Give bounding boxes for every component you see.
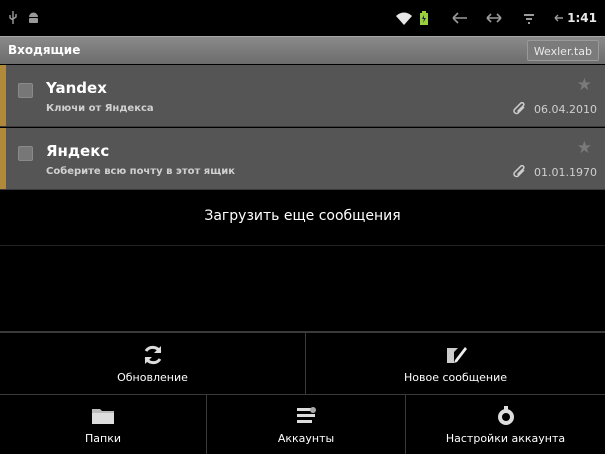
select-checkbox[interactable] <box>18 146 33 161</box>
back-icon <box>552 0 566 36</box>
accounts-label: Аккаунты <box>277 432 335 445</box>
compose-button[interactable]: Новое сообщение <box>306 333 605 394</box>
message-sender: Яндекс <box>46 142 110 160</box>
wifi-icon <box>394 0 414 36</box>
back-arrow-icon <box>450 0 470 36</box>
message-subject: Ключи от Яндекса <box>46 103 154 114</box>
message-date: 06.04.2010 <box>534 103 597 116</box>
load-more-button[interactable]: Загрузить еще сообщения <box>0 190 605 246</box>
signal-icon <box>522 0 536 36</box>
folders-label: Папки <box>85 432 121 445</box>
refresh-button[interactable]: Обновление <box>0 333 306 394</box>
account-label[interactable]: Wexler.tab <box>526 40 599 61</box>
account-settings-label: Настройки аккаунта <box>445 432 566 445</box>
account-color-bar <box>0 65 6 126</box>
accounts-button[interactable]: Аккаунты <box>207 395 406 454</box>
sync-icon <box>484 0 504 36</box>
title-bar: Входящие Wexler.tab <box>0 36 605 64</box>
star-icon[interactable]: ★ <box>577 75 592 95</box>
status-bar: 1:41 <box>0 0 605 36</box>
folders-button[interactable]: Папки <box>0 395 207 454</box>
message-sender: Yandex <box>46 79 107 97</box>
accounts-icon <box>294 404 318 428</box>
message-row[interactable]: Yandex Ключи от Яндекса ★ 06.04.2010 <box>0 65 605 127</box>
account-settings-button[interactable]: Настройки аккаунта <box>406 395 605 454</box>
usb-icon <box>6 0 20 36</box>
compose-label: Новое сообщение <box>403 371 507 384</box>
star-icon[interactable]: ★ <box>577 138 592 158</box>
settings-icon <box>494 404 518 428</box>
select-checkbox[interactable] <box>18 83 33 98</box>
folder-icon <box>91 404 115 428</box>
attachment-icon <box>513 101 527 120</box>
refresh-icon <box>141 343 165 367</box>
battery-icon <box>418 0 430 36</box>
clock: 1:41 <box>567 11 597 25</box>
message-row[interactable]: Яндекс Соберите всю почту в этот ящик ★ … <box>0 128 605 190</box>
account-color-bar <box>0 128 6 189</box>
folder-title: Входящие <box>8 43 81 57</box>
message-date: 01.01.1970 <box>534 166 597 179</box>
refresh-label: Обновление <box>117 371 188 384</box>
compose-icon <box>444 343 468 367</box>
options-menu: Обновление Новое сообщение Папки Аккаунт… <box>0 331 605 454</box>
message-subject: Соберите всю почту в этот ящик <box>46 166 236 177</box>
android-icon <box>26 0 40 36</box>
attachment-icon <box>513 164 527 183</box>
